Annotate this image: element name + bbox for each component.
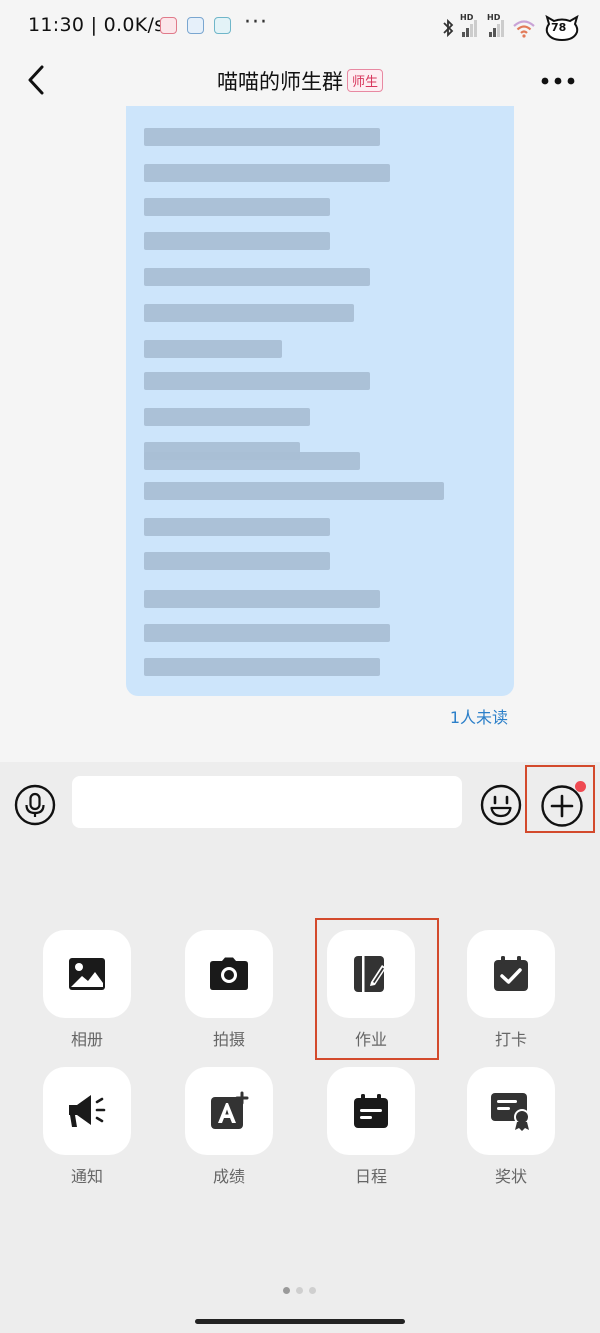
message-bubble[interactable] xyxy=(126,106,514,696)
tool-label: 拍摄 xyxy=(212,1030,245,1049)
blurred-text-line xyxy=(144,624,390,642)
microphone-icon xyxy=(14,784,56,826)
notification-app-icon xyxy=(187,17,204,34)
battery-icon: 78 xyxy=(544,14,580,42)
blurred-text-line xyxy=(144,372,370,390)
tool-schedule[interactable]: 日程 xyxy=(327,1067,415,1187)
tool-label: 日程 xyxy=(354,1167,387,1186)
wifi-icon xyxy=(513,20,535,38)
blurred-text-line xyxy=(144,590,380,608)
message-input[interactable] xyxy=(72,776,462,828)
blurred-text-line xyxy=(144,408,310,426)
page-dot xyxy=(296,1287,303,1294)
status-app-icons xyxy=(160,17,231,34)
blurred-text-line xyxy=(144,268,370,286)
blurred-text-line xyxy=(144,482,444,500)
certificate-icon xyxy=(491,1093,530,1131)
schedule-icon xyxy=(354,1094,388,1128)
page-dot-active xyxy=(283,1287,290,1294)
chat-header: 喵喵的师生群 师生 xyxy=(0,56,600,106)
status-time: 11:30 | 0.0K/s xyxy=(28,14,165,36)
blurred-text-line xyxy=(144,518,330,536)
tool-photo-album[interactable]: 相册 xyxy=(43,930,131,1050)
status-bar: 11:30 | 0.0K/s ··· HD HD 78 xyxy=(0,0,600,56)
check-in-icon xyxy=(494,956,528,991)
tool-label: 打卡 xyxy=(494,1030,527,1049)
highlight-box xyxy=(315,918,439,1060)
photo-album-icon xyxy=(69,958,105,990)
group-type-badge: 师生 xyxy=(346,69,383,92)
grade-icon xyxy=(211,1091,249,1129)
more-dots-icon xyxy=(541,77,575,85)
signal-icon: HD xyxy=(487,13,504,37)
emoji-button[interactable] xyxy=(480,784,522,826)
hd-label: HD xyxy=(460,13,474,22)
smiley-icon xyxy=(480,784,522,826)
more-options-button[interactable] xyxy=(540,70,576,92)
blurred-text-line xyxy=(144,164,390,182)
blurred-text-line xyxy=(144,232,330,250)
blurred-text-line xyxy=(144,128,380,146)
blurred-text-line xyxy=(144,340,282,358)
camera-icon xyxy=(210,957,248,990)
more-notifications-icon: ··· xyxy=(244,10,268,35)
tool-grade[interactable]: 成绩 xyxy=(185,1067,273,1187)
tool-check-in[interactable]: 打卡 xyxy=(467,930,555,1050)
blurred-text-line xyxy=(144,198,330,216)
tool-label: 成绩 xyxy=(212,1167,245,1186)
blurred-text-line xyxy=(144,552,330,570)
group-name: 喵喵的师生群 xyxy=(216,70,343,94)
signal-icon: HD xyxy=(460,13,477,37)
battery-level: 78 xyxy=(551,21,567,34)
blurred-text-line xyxy=(144,304,354,322)
tool-label: 相册 xyxy=(70,1030,103,1049)
page-title: 喵喵的师生群 师生 xyxy=(0,66,600,96)
tool-label: 奖状 xyxy=(494,1167,527,1186)
megaphone-icon xyxy=(69,1095,106,1127)
status-indicators: HD HD 78 xyxy=(442,13,580,42)
tool-label: 通知 xyxy=(70,1167,103,1186)
blurred-text-line xyxy=(144,452,360,470)
input-bar xyxy=(0,762,600,842)
page-indicator xyxy=(283,1287,316,1294)
tool-certificate[interactable]: 奖状 xyxy=(467,1067,555,1187)
notification-app-icon xyxy=(214,17,231,34)
tool-notice[interactable]: 通知 xyxy=(43,1067,131,1187)
notification-app-icon xyxy=(160,17,177,34)
bluetooth-icon xyxy=(443,18,454,38)
highlight-box xyxy=(525,765,595,833)
read-status-label[interactable]: 1人未读 xyxy=(450,704,508,728)
voice-input-button[interactable] xyxy=(14,784,56,826)
page-dot xyxy=(309,1287,316,1294)
tool-camera[interactable]: 拍摄 xyxy=(185,930,273,1050)
hd-label: HD xyxy=(487,13,501,22)
blurred-text-line xyxy=(144,658,380,676)
home-indicator[interactable] xyxy=(195,1319,405,1324)
message-list[interactable]: 1人未读 xyxy=(0,106,600,762)
